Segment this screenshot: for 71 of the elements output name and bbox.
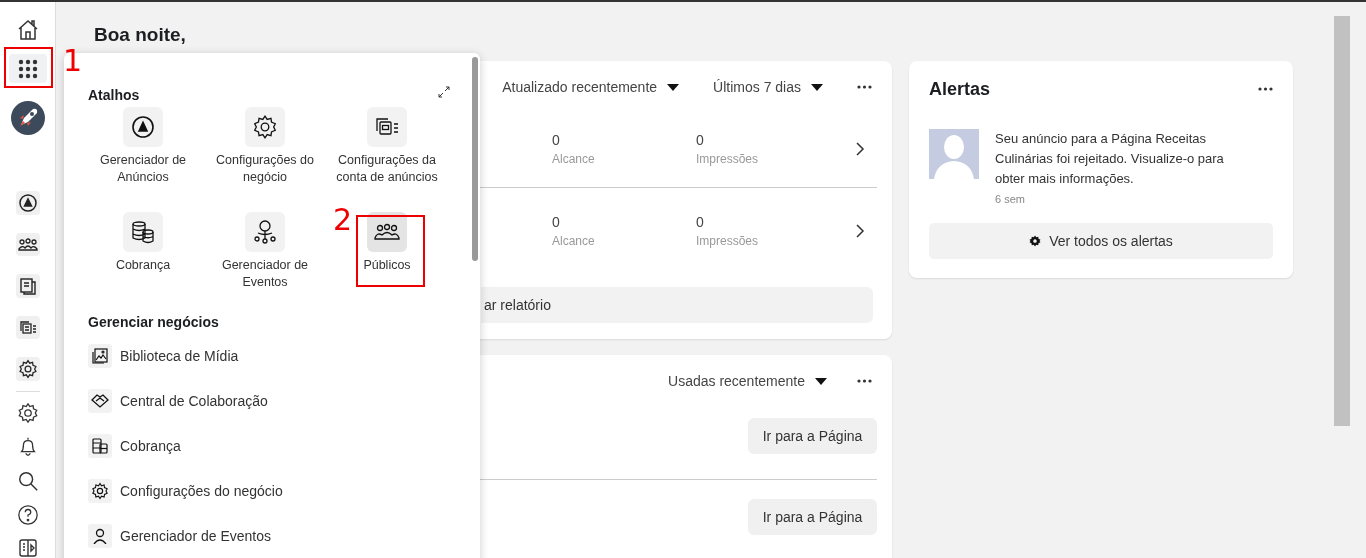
expand-icon[interactable] [438, 86, 450, 98]
shortcut-tile[interactable]: Públicos [363, 212, 411, 306]
alert-message: Seu anúncio para a Página Receitas Culinárias foi rejeitado. Visualize-o para obter mais informações. [995, 130, 1225, 188]
ad-accounts-icon[interactable] [15, 315, 40, 340]
panel-title: Atalhos [88, 87, 140, 103]
caret-icon [811, 83, 823, 91]
sort-dropdown[interactable]: Atualizado recentemente [502, 79, 680, 95]
handshake-icon [91, 394, 109, 408]
person-icon [92, 528, 108, 544]
shortcut-tile[interactable]: Cobrança [115, 212, 171, 306]
shortcut-tile[interactable]: Configurações do negócio [204, 107, 326, 201]
ads-manager-icon[interactable] [15, 191, 40, 215]
section-title: Gerenciar negócios [87, 314, 220, 330]
metric-value: 0 [552, 214, 561, 230]
step-number: 2 [333, 205, 353, 235]
scrollbar[interactable] [472, 57, 478, 261]
caret-icon [667, 83, 680, 91]
metric-value: 0 [696, 132, 705, 148]
rocket-avatar[interactable] [10, 101, 45, 136]
caret-icon [815, 377, 827, 385]
shortcut-tile[interactable]: Configurações da conta de anúncios [326, 107, 448, 201]
highlight-frame [356, 215, 425, 287]
menu-item[interactable]: Gerenciador de Eventos [88, 524, 480, 548]
highlight-frame [4, 47, 53, 88]
search-icon[interactable] [16, 470, 39, 492]
metric-label: Alcance [552, 152, 596, 166]
shortcut-tile[interactable]: Gerenciador de Anúncios [82, 107, 204, 201]
more-icon[interactable] [1258, 87, 1273, 91]
gear-icon [1029, 235, 1042, 247]
avatar-silhouette-icon [929, 129, 979, 179]
menu-item[interactable]: Cobrança [88, 434, 480, 458]
sort-dropdown[interactable]: Usadas recentemente [668, 373, 827, 389]
menu-item[interactable]: Configurações do negócio [88, 479, 480, 503]
side-panel-icon[interactable] [17, 538, 38, 558]
menu-item[interactable]: Biblioteca de Mídia [88, 344, 480, 368]
gear-icon [91, 482, 109, 500]
see-all-alerts-button[interactable]: Ver todos os alertas [929, 223, 1273, 259]
apps-menu-button[interactable] [8, 54, 47, 84]
ad-accounts-icon [374, 116, 400, 138]
metric-label: Alcance [552, 234, 596, 248]
menu-item[interactable]: Central de Colaboração [88, 389, 480, 413]
report-button[interactable]: ar relatório [481, 287, 873, 323]
go-to-page-button[interactable]: Ir para a Página [748, 499, 877, 535]
chevron-right-icon[interactable] [855, 223, 865, 239]
audience-icon [374, 223, 400, 241]
metric-label: Impressões [696, 234, 760, 248]
pages-icon[interactable] [15, 274, 40, 298]
alert-time: 6 sem [995, 193, 1025, 205]
shortcut-tile[interactable]: Gerenciador de Eventos [204, 212, 326, 306]
metric-value: 0 [552, 132, 561, 148]
alerts-title: Alertas [929, 78, 991, 100]
coins-icon [92, 438, 108, 454]
help-icon[interactable] [16, 504, 39, 526]
more-icon[interactable] [857, 85, 872, 89]
step-number: 1 [63, 46, 83, 76]
coins-icon [131, 220, 155, 244]
metric-value: 0 [696, 214, 705, 230]
network-icon [253, 219, 277, 245]
gear-icon [252, 114, 278, 140]
chevron-right-icon[interactable] [855, 141, 865, 157]
date-range-dropdown[interactable]: Últimos 7 dias [713, 79, 823, 95]
ads-manager-icon [131, 115, 155, 139]
image-icon [92, 348, 108, 364]
go-to-page-button[interactable]: Ir para a Página [748, 418, 877, 454]
more-icon[interactable] [857, 379, 872, 383]
greeting-heading: Boa noite, [94, 24, 187, 46]
audience-icon[interactable] [15, 232, 40, 257]
metric-label: Impressões [696, 152, 760, 166]
apps-grid-icon [17, 58, 38, 79]
settings-icon[interactable] [15, 357, 40, 381]
settings-icon[interactable] [16, 402, 39, 424]
